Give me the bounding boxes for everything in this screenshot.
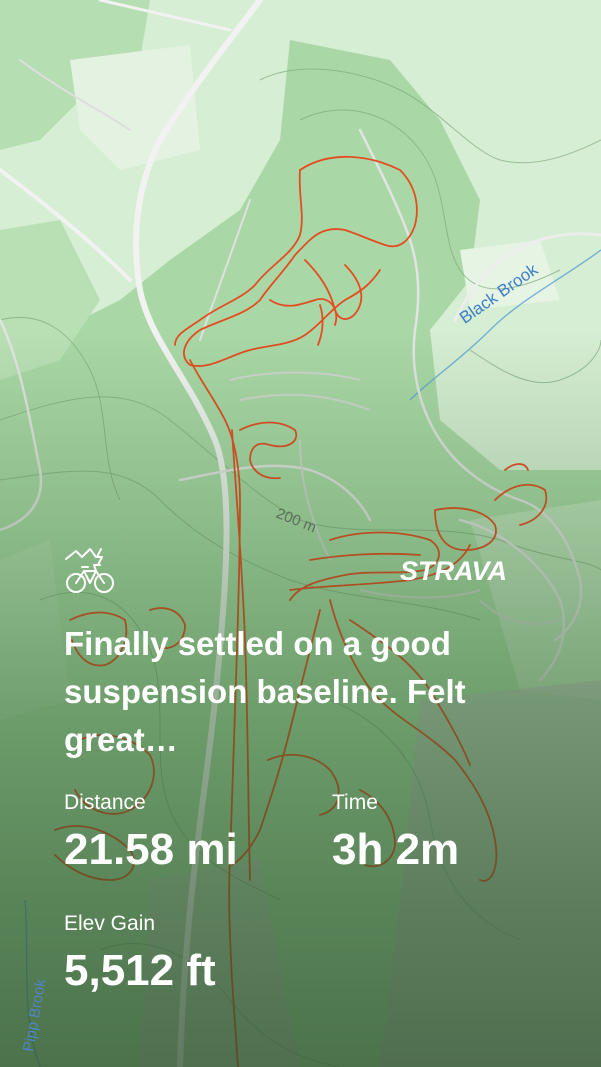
time-value: 3h 2m (332, 825, 460, 874)
elev-gain-label: Elev Gain (64, 912, 156, 935)
distance-label: Distance (64, 791, 146, 814)
activity-share-card: Black Brook 200 m Pipp Brook STRAVA Fina… (0, 0, 601, 1067)
activity-title: Finally settled on a good suspension bas… (64, 625, 466, 758)
distance-value: 21.58 mi (64, 825, 238, 874)
elev-gain-value: 5,512 ft (64, 946, 216, 995)
e-bike-icon (65, 548, 114, 593)
strava-logo: STRAVA (400, 556, 507, 586)
time-label: Time (332, 791, 378, 814)
activity-summary-overlay: STRAVA Finally settled on a good suspens… (0, 0, 601, 1067)
